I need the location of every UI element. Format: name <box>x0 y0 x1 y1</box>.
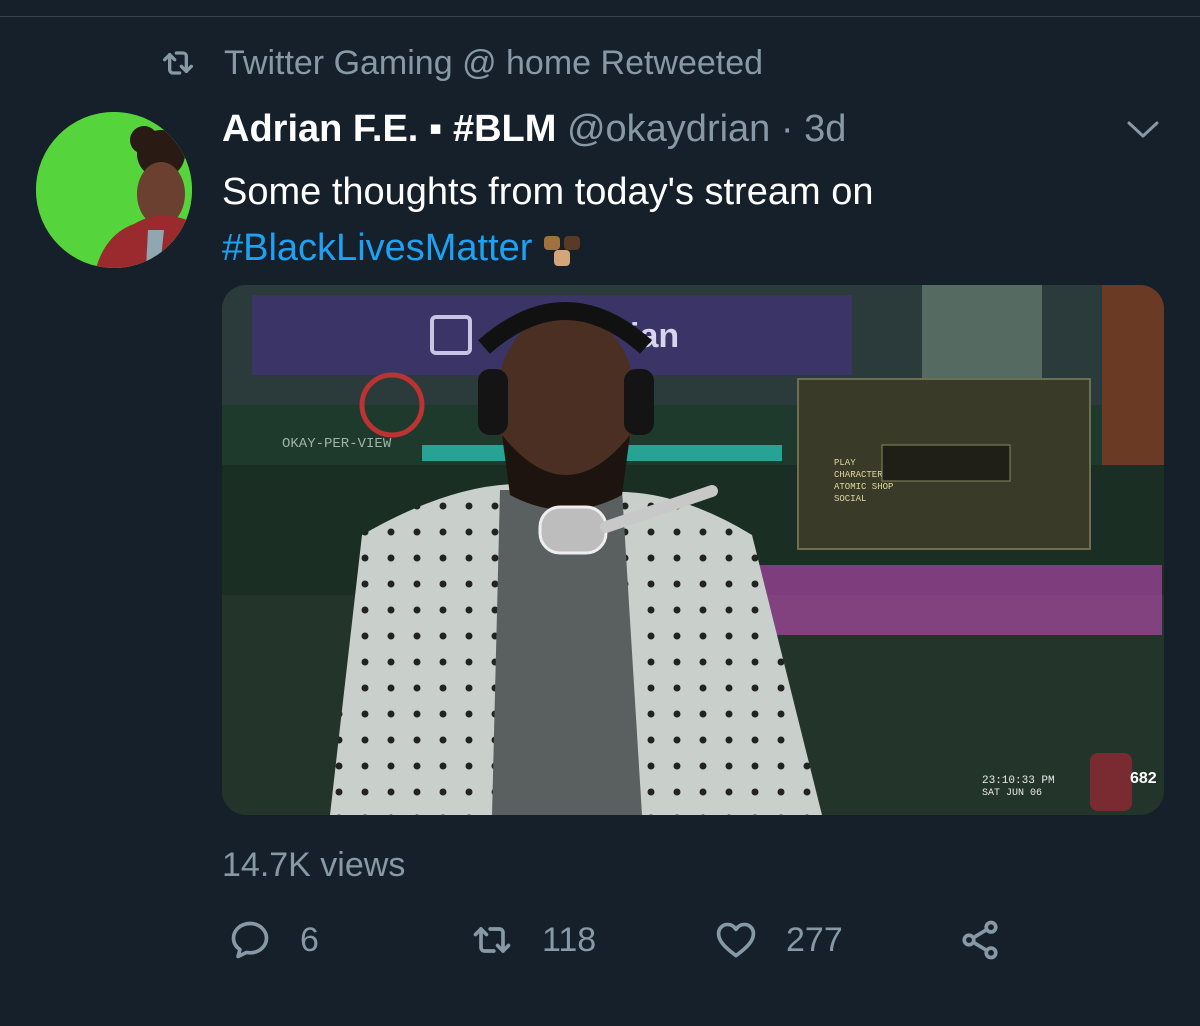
share-button[interactable] <box>958 918 1030 962</box>
stream-clock-time: 23:10:33 PM <box>982 775 1055 787</box>
video-logo-text: OKAY-PER-VIEW <box>282 436 392 452</box>
game-menu-social: SOCIAL <box>834 494 866 504</box>
video-player[interactable]: ian OKAY-PER-VIEW PLAY CHARACTER ATOMIC … <box>222 285 1164 815</box>
like-button[interactable]: 277 <box>714 918 958 962</box>
retweet-banner[interactable]: Twitter Gaming @ home Retweeted <box>158 40 763 86</box>
video-frame: ian OKAY-PER-VIEW PLAY CHARACTER ATOMIC … <box>222 285 1164 815</box>
author-handle[interactable]: @okaydrian <box>567 108 770 150</box>
share-icon <box>962 920 998 960</box>
reply-button[interactable]: 6 <box>228 918 470 962</box>
game-menu-character: CHARACTER <box>834 470 883 480</box>
like-count: 277 <box>786 920 843 959</box>
author-name[interactable]: Adrian F.E. ▪ #BLM <box>222 108 556 150</box>
view-count: 14.7K views <box>222 846 406 884</box>
retweet-count: 118 <box>542 920 597 959</box>
game-menu-play: PLAY <box>834 458 856 468</box>
raised-fists-emoji-icon <box>544 235 581 266</box>
heart-icon <box>716 922 756 958</box>
reply-count: 6 <box>300 920 319 959</box>
game-menu-atomic-shop: ATOMIC SHOP <box>834 482 893 492</box>
hashtag-link[interactable]: #BlackLivesMatter <box>222 227 532 269</box>
reply-icon <box>231 921 269 959</box>
viewer-count: 682 <box>1130 770 1157 787</box>
stream-clock-date: SAT JUN 06 <box>982 788 1042 799</box>
chevron-down-icon[interactable] <box>1124 114 1162 144</box>
tweet-text-line: Some thoughts from today's stream on <box>222 171 874 213</box>
retweet-banner-text: Twitter Gaming @ home Retweeted <box>224 43 764 82</box>
tweet-header: Adrian F.E. ▪ #BLM @okaydrian · 3d <box>222 108 846 151</box>
retweet-action-icon <box>473 927 511 953</box>
retweet-icon <box>163 51 193 75</box>
top-divider <box>0 16 1200 17</box>
tweet-time[interactable]: 3d <box>804 108 846 150</box>
author-avatar[interactable] <box>36 112 192 268</box>
tweet-actions: 6 118 277 <box>228 918 1030 962</box>
time-separator: · <box>780 108 794 150</box>
tweet-text: Some thoughts from today's stream on #Bl… <box>222 164 1122 276</box>
retweet-button[interactable]: 118 <box>470 918 714 962</box>
